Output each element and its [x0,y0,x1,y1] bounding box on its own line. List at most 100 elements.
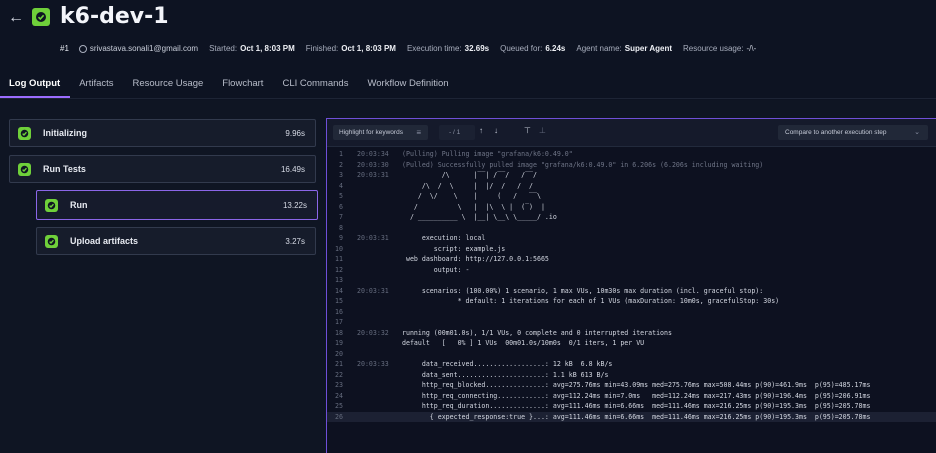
line-number: 11 [335,255,343,263]
line-timestamp: 20:03:33 [357,360,389,368]
step-list: Initializing 9.96s Run Tests 16.49s Run … [0,100,325,453]
arrow-down-icon[interactable]: ↓ [494,126,498,135]
compare-step-dropdown[interactable]: Compare to another execution step ⌄ [778,125,928,140]
started-label: Started: [209,44,238,53]
log-line: 17 [327,317,936,328]
line-text: running (00m01.0s), 1/1 VUs, 0 complete … [402,328,672,337]
execution-time-value: 32.69s [464,44,490,53]
line-number: 15 [335,297,343,305]
line-timestamp: 20:03:31 [357,171,389,179]
user-info: srivastava.sonali1@gmail.com [78,44,199,53]
line-text: * default: 1 iterations for each of 1 VU… [402,297,780,305]
line-text: (Pulled) Successfully pulled image "graf… [402,160,764,169]
line-number: 19 [335,339,343,347]
log-line: 18 20:03:32 running (00m01.0s), 1/1 VUs, 0… [327,328,936,339]
log-line: 7 / __________ \ |__| \__\ \_____/ .io [327,212,936,223]
line-number: 26 [335,412,343,421]
line-text: / __________ \ |__| \__\ \_____/ .io [402,213,557,221]
header: ← k6-dev-1 #1 srivastava.sonali1@gmail.c… [0,0,936,100]
log-line: 26 { expected_response:true }...: avg=11… [327,411,936,422]
back-arrow-icon[interactable]: ← [8,9,26,27]
line-text: (Pulling) Pulling image "grafana/k6:0.49… [402,150,573,158]
log-line: 16 [327,307,936,318]
line-text: http_req_connecting............: avg=112… [402,391,871,400]
line-number: 23 [335,381,343,389]
tab-bar: Log Output Artifacts Resource Usage Flow… [0,72,458,98]
line-timestamp: 20:03:31 [357,286,389,295]
line-text: /\ / \ | |/ / / / [402,181,534,190]
log-line: 2 20:03:30 (Pulled) Successfully pulled im… [327,160,936,171]
line-number: 4 [339,181,343,190]
step-upload-artifacts[interactable]: Upload artifacts 3.27s [36,227,316,255]
log-line: 23 http_req_blocked...............: avg=… [327,380,936,391]
log-line: 12 output: - [327,265,936,276]
log-line: 10 script: example.js [327,244,936,255]
tab-artifacts[interactable]: Artifacts [70,72,123,98]
user-email: srivastava.sonali1@gmail.com [89,44,199,53]
tab-cli-commands[interactable]: CLI Commands [273,72,358,98]
line-text: / \ | |\ \ | (‾) | [402,202,545,211]
execution-time-label: Execution time: [406,44,462,53]
line-text: { expected_response:true }...: avg=111.4… [402,412,871,421]
success-check-icon [45,234,58,248]
agent-name-label: Agent name: [576,44,622,53]
line-number: 14 [335,286,343,295]
step-label: Upload artifacts [70,236,139,246]
success-check-icon [32,8,50,26]
log-line: 21 20:03:33 data_received................… [327,359,936,370]
arrow-up-icon[interactable]: ↑ [479,126,483,135]
scroll-top-icon[interactable]: ⊤ [524,126,531,135]
step-initializing[interactable]: Initializing 9.96s [9,119,316,147]
line-number: 20 [335,349,343,358]
line-number: 10 [335,244,343,253]
run-number: #1 [60,44,69,53]
line-number: 12 [335,265,343,274]
line-number: 21 [335,360,343,368]
line-number: 18 [335,328,343,337]
step-duration: 9.96s [285,128,305,138]
line-timestamp: 20:03:30 [357,160,389,169]
resource-usage-sparkline[interactable]: -/\- [747,44,757,53]
search-counter[interactable]: - / 1 [439,125,475,140]
highlight-keywords-dropdown[interactable]: Highlight for keywords ≡ [333,125,428,140]
line-number: 13 [335,276,343,284]
log-line: 13 [327,275,936,286]
log-lines: 1 20:03:34 (Pulling) Pulling image "grafan… [327,149,936,422]
log-line: 8 [327,223,936,234]
user-icon [78,44,87,53]
log-line: 11 web dashboard: http://127.0.0.1:5665 [327,254,936,265]
line-text: output: - [402,265,470,274]
log-line: 1 20:03:34 (Pulling) Pulling image "grafan… [327,149,936,160]
line-text: script: example.js [402,244,506,253]
chevron-down-icon: ⌄ [914,129,920,136]
line-number: 3 [339,171,343,179]
step-run-tests[interactable]: Run Tests 16.49s [9,155,316,183]
execution-meta: #1 srivastava.sonali1@gmail.com Started:… [60,44,767,53]
log-line: 20 [327,349,936,360]
success-check-icon [18,126,31,140]
step-run[interactable]: Run 13.22s [36,190,318,220]
step-label: Initializing [43,128,87,138]
log-line: 25 http_req_duration..............: avg=… [327,401,936,412]
page-title: k6-dev-1 [60,4,169,29]
scroll-bottom-icon[interactable]: ⊥ [539,126,546,135]
tab-log-output[interactable]: Log Output [0,72,70,98]
tab-workflow-definition[interactable]: Workflow Definition [358,72,458,98]
tab-resource-usage[interactable]: Resource Usage [123,72,213,98]
step-label: Run [70,200,88,210]
success-check-icon [18,162,31,176]
line-text: web dashboard: http://127.0.0.1:5665 [402,255,549,263]
queued-value: 6.24s [545,44,566,53]
line-text: data_sent......................: 1.1 kB … [402,370,609,379]
tab-flowchart[interactable]: Flowchart [213,72,273,98]
log-line: 24 http_req_connecting............: avg=… [327,391,936,402]
line-number: 16 [335,307,343,316]
line-number: 24 [335,391,343,400]
log-line: 22 data_sent......................: 1.1 … [327,370,936,381]
compare-step-label: Compare to another execution step [785,129,887,136]
step-duration: 13.22s [282,200,307,210]
queued-label: Queued for: [500,44,543,53]
line-timestamp: 20:03:31 [357,234,389,242]
log-toolbar: Highlight for keywords ≡ - / 1 ↑ ↓ ⊤ ⊥ C… [327,119,936,147]
line-text: http_req_blocked...............: avg=275… [402,381,871,389]
